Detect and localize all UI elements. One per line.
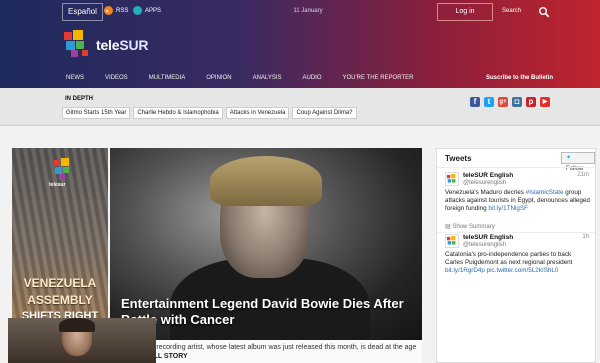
tweet-text: Venezuela's Maduro decries #IslamicState… [445, 189, 590, 212]
tweet-photo-hair [59, 318, 95, 332]
tweet-photo[interactable] [8, 318, 156, 363]
rss-link[interactable]: RSS [104, 6, 128, 15]
rss-label: RSS [116, 7, 129, 14]
nav-item-opinion[interactable]: OPINION [206, 75, 231, 81]
portrait-hair [210, 156, 322, 206]
main-story-headline[interactable]: Entertainment Legend David Bowie Dies Af… [121, 296, 421, 328]
follow-button[interactable]: ✦ Follow [561, 152, 595, 172]
show-summary-link[interactable]: ▤ Show Summary [445, 223, 495, 230]
nav-item-reporter[interactable]: YOU'RE THE REPORTER [343, 75, 414, 81]
apps-link[interactable]: APPS [133, 6, 161, 15]
tweet-item[interactable]: teleSUR English @telesurenglish 21m Vene… [445, 172, 593, 232]
nav-item-videos[interactable]: VIDEOS [105, 75, 128, 81]
tweet-text: Catalonia's pro-independence parties to … [445, 251, 573, 274]
telesur-ad-logo-icon [54, 158, 69, 180]
ad-brand: telesur [49, 182, 66, 188]
tweet-avatar[interactable] [445, 234, 459, 248]
subscribe-link[interactable]: Suscribe to the Bulletin [486, 75, 553, 81]
twitter-bird-icon: ✦ [566, 155, 572, 161]
tweet-handle[interactable]: @telesurenglish [463, 242, 506, 248]
login-button[interactable]: Log in [437, 3, 493, 21]
tag-dilma-coup[interactable]: Coup Against Dilma? [292, 107, 357, 119]
tweet-hashtag[interactable]: #IslamicState [526, 189, 564, 196]
language-button[interactable]: Español [62, 3, 103, 21]
main-story-summary: The British recording artist, whose late… [121, 343, 421, 361]
search-label[interactable]: Search [502, 8, 521, 14]
tweet-handle[interactable]: @telesurenglish [463, 180, 506, 186]
telesur-wordmark: teleSUR [96, 37, 149, 53]
tweets-divider [437, 232, 595, 233]
nav-item-analysis[interactable]: ANALYSIS [253, 75, 282, 81]
tweet-time[interactable]: 21m [577, 172, 589, 178]
in-depth-tags: Gitmo Starts 15th Year Charlie Hebdo & I… [62, 107, 357, 119]
summary-icon: ▤ [445, 224, 451, 230]
top-bar: Español RSS APPS 11 January Log in Searc… [0, 3, 600, 21]
tweet-link[interactable]: bit.ly/1RgrD4p pic.twitter.com/5L2kIShL0 [445, 267, 558, 274]
in-depth-title: IN DEPTH [65, 96, 94, 102]
tweet-time[interactable]: 1h [582, 234, 589, 240]
tweet-item[interactable]: teleSUR English @telesurenglish 1h Catal… [445, 234, 593, 314]
social-links: f t g+ ◘ p ▶ [470, 97, 550, 107]
nav-item-audio[interactable]: AUDIO [303, 75, 322, 81]
tag-gitmo[interactable]: Gitmo Starts 15th Year [62, 107, 131, 119]
instagram-icon[interactable]: ◘ [512, 97, 522, 107]
tweet-author[interactable]: teleSUR English [463, 234, 513, 241]
google-plus-icon[interactable]: g+ [498, 97, 508, 107]
site-header: Español RSS APPS 11 January Log in Searc… [0, 0, 600, 88]
tag-charlie-hebdo[interactable]: Charlie Hebdo & Islamophobia [133, 107, 223, 119]
ad-line-1: VENEZUELA [23, 276, 97, 290]
in-depth-strip: IN DEPTH Gitmo Starts 15th Year Charlie … [0, 88, 600, 126]
tag-venezuela-attacks[interactable]: Attacks in Venezuela [225, 107, 290, 119]
search-icon[interactable] [538, 6, 550, 18]
main-nav: NEWS VIDEOS MULTIMEDIA OPINION ANALYSIS … [66, 75, 434, 81]
twitter-icon[interactable]: t [484, 97, 494, 107]
tweets-divider [437, 167, 595, 168]
tweets-panel: Tweets ✦ Follow teleSUR English @telesur… [436, 148, 596, 363]
telesur-avatar-icon [446, 236, 456, 245]
telesur-logo-icon [62, 30, 92, 60]
telesur-avatar-icon [446, 174, 456, 183]
tweet-link[interactable]: bit.ly/1TNlgSF [488, 205, 528, 212]
pinterest-icon[interactable]: p [526, 97, 536, 107]
apps-label: APPS [145, 7, 162, 14]
tweet-avatar[interactable] [445, 172, 459, 186]
youtube-icon[interactable]: ▶ [540, 97, 550, 107]
tweets-title: Tweets [445, 154, 472, 163]
apps-icon [133, 6, 142, 15]
current-date: 11 January [293, 8, 323, 14]
ad-line-2: ASSEMBLY [27, 293, 93, 307]
nav-item-multimedia[interactable]: MULTIMEDIA [149, 75, 186, 81]
rss-icon [104, 6, 113, 15]
telesur-logo[interactable]: teleSUR [62, 30, 148, 60]
facebook-icon[interactable]: f [470, 97, 480, 107]
nav-item-news[interactable]: NEWS [66, 75, 84, 81]
tweet-author[interactable]: teleSUR English [463, 172, 513, 179]
